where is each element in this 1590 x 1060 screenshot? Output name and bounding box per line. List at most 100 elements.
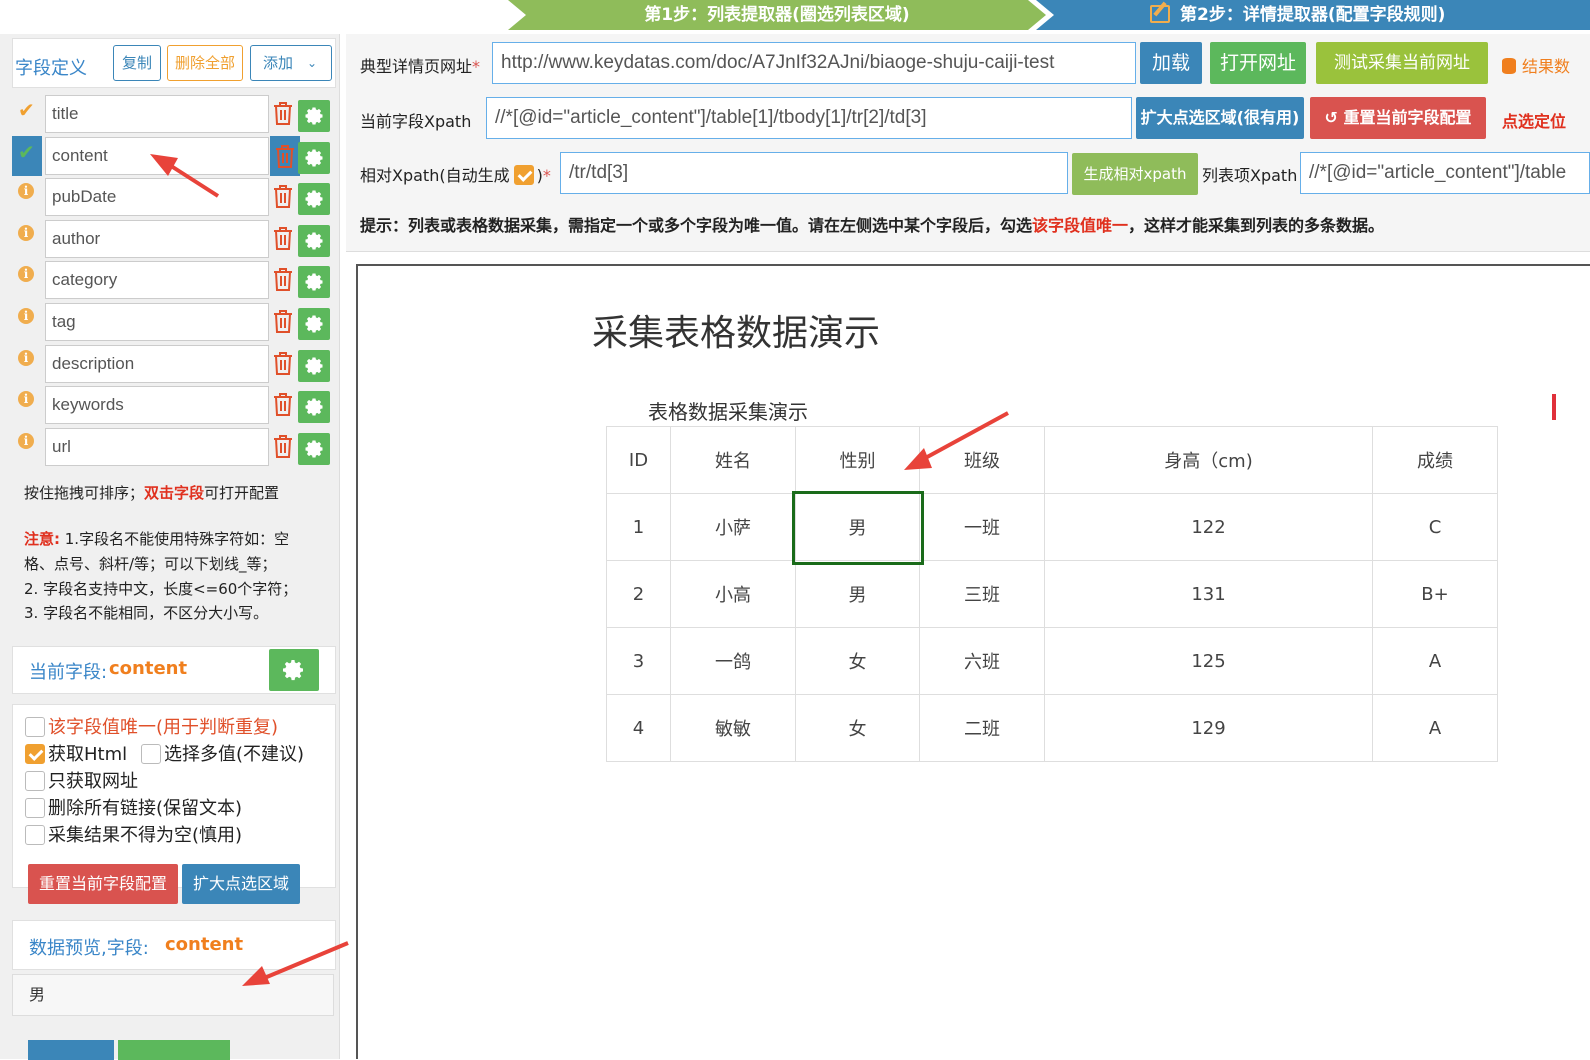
table-cell[interactable]: 3 — [606, 627, 671, 695]
delete-field-button[interactable] — [272, 225, 294, 251]
field-settings-button[interactable] — [298, 308, 330, 340]
trash-icon[interactable] — [272, 266, 294, 292]
field-row-keywords[interactable]: i — [12, 385, 334, 425]
option-unique[interactable]: 该字段值唯一(用于判断重复) — [25, 713, 278, 739]
field-name-input[interactable] — [45, 178, 269, 217]
trash-icon[interactable] — [272, 308, 294, 334]
field-name-input[interactable] — [45, 261, 269, 300]
add-dropdown-button[interactable]: 添加 ⌄ — [250, 45, 332, 81]
multi-value-checkbox[interactable] — [141, 744, 161, 764]
field-settings-button[interactable] — [298, 349, 330, 382]
copy-button[interactable]: 复制 — [113, 45, 161, 81]
reset-field-config-button[interactable]: 重置当前字段配置 — [28, 864, 178, 904]
field-name-input[interactable] — [45, 136, 269, 175]
table-cell[interactable]: 129 — [1044, 694, 1373, 762]
reset-field-config-button-top[interactable]: ↺ 重置当前字段配置 — [1310, 97, 1486, 139]
field-settings-button[interactable] — [298, 183, 330, 216]
field-row-title[interactable]: ✔ — [12, 94, 334, 134]
table-cell[interactable]: C — [1372, 493, 1498, 561]
table-cell[interactable]: B+ — [1372, 560, 1498, 628]
pick-position-link[interactable]: 点选定位 — [1502, 108, 1566, 132]
url-only-checkbox[interactable] — [25, 771, 45, 791]
option-multi-value[interactable]: 选择多值(不建议) — [141, 740, 304, 766]
not-empty-checkbox[interactable] — [25, 825, 45, 845]
table-cell[interactable]: 131 — [1044, 560, 1373, 628]
table-cell[interactable]: 4 — [606, 694, 671, 762]
expand-selection-button-top[interactable]: 扩大点选区域(很有用) — [1136, 97, 1304, 139]
detail-url-input[interactable]: http://www.keydatas.com/doc/A7JnIf32AJni… — [492, 42, 1136, 84]
auto-generate-checkbox[interactable] — [513, 165, 534, 185]
trash-icon[interactable] — [272, 225, 294, 251]
table-cell[interactable]: 125 — [1044, 627, 1373, 695]
generate-rel-xpath-button[interactable]: 生成相对xpath — [1072, 153, 1198, 195]
bottom-button-2[interactable] — [118, 1040, 230, 1060]
field-row-category[interactable]: i — [12, 260, 334, 300]
field-name-input[interactable] — [45, 386, 269, 425]
delete-field-button[interactable] — [272, 266, 294, 292]
trash-icon[interactable] — [272, 391, 294, 417]
rel-xpath-input[interactable]: /tr/td[3] — [560, 152, 1068, 194]
table-cell[interactable]: 1 — [606, 493, 671, 561]
table-header-cell[interactable]: ID — [606, 426, 671, 494]
table-cell[interactable]: 小高 — [670, 560, 796, 628]
option-not-empty[interactable]: 采集结果不得为空(慎用) — [25, 821, 242, 847]
table-cell[interactable]: 小萨 — [670, 493, 796, 561]
field-settings-button[interactable] — [298, 391, 330, 424]
field-row-author[interactable]: i — [12, 219, 334, 259]
delete-field-button[interactable] — [272, 100, 294, 126]
table-header-cell[interactable]: 性别 — [795, 426, 920, 494]
expand-selection-button[interactable]: 扩大点选区域 — [182, 864, 300, 904]
delete-field-button[interactable] — [272, 308, 294, 334]
step1-tab[interactable]: 第1步：列表提取器(圈选列表区域) — [508, 0, 1046, 30]
option-url-only[interactable]: 只获取网址 — [25, 767, 138, 793]
table-header-cell[interactable]: 身高（cm) — [1044, 426, 1373, 494]
trash-icon[interactable] — [272, 350, 294, 376]
field-row-pubDate[interactable]: i — [12, 177, 334, 217]
field-name-input[interactable] — [45, 219, 269, 258]
table-cell[interactable]: 二班 — [919, 694, 1045, 762]
trash-icon[interactable] — [272, 100, 294, 126]
field-settings-button[interactable] — [298, 224, 330, 257]
field-settings-button[interactable] — [298, 266, 330, 299]
trash-icon[interactable] — [272, 183, 294, 209]
field-name-input[interactable] — [45, 427, 269, 466]
trash-icon[interactable] — [274, 143, 296, 169]
result-count-link[interactable]: 结果数 — [1502, 53, 1570, 77]
table-cell[interactable]: 2 — [606, 560, 671, 628]
list-xpath-input[interactable]: //*[@id="article_content"]/table — [1300, 152, 1590, 194]
unique-checkbox[interactable] — [25, 717, 45, 737]
test-current-url-button[interactable]: 测试采集当前网址 — [1316, 42, 1488, 84]
delete-field-button[interactable] — [270, 135, 300, 176]
remove-links-checkbox[interactable] — [25, 798, 45, 818]
delete-field-button[interactable] — [272, 350, 294, 376]
delete-field-button[interactable] — [272, 391, 294, 417]
table-header-cell[interactable]: 班级 — [919, 426, 1045, 494]
field-row-description[interactable]: i — [12, 344, 334, 384]
field-settings-button[interactable] — [298, 141, 330, 174]
current-field-settings-button[interactable] — [269, 649, 319, 691]
field-row-tag[interactable]: i — [12, 302, 334, 342]
delete-field-button[interactable] — [272, 183, 294, 209]
table-cell[interactable]: 122 — [1044, 493, 1373, 561]
table-cell[interactable]: 女 — [795, 694, 920, 762]
field-settings-button[interactable] — [298, 100, 330, 132]
table-cell[interactable]: A — [1372, 694, 1498, 762]
table-cell[interactable]: 三班 — [919, 560, 1045, 628]
table-header-cell[interactable]: 姓名 — [670, 426, 796, 494]
xpath-input[interactable]: //*[@id="article_content"]/table[1]/tbod… — [486, 97, 1132, 139]
open-url-button[interactable]: 打开网址 — [1210, 42, 1306, 84]
delete-all-button[interactable]: 删除全部 — [167, 45, 243, 81]
trash-icon[interactable] — [272, 433, 294, 459]
table-cell[interactable]: 女 — [795, 627, 920, 695]
step2-tab[interactable]: 第2步：详情提取器(配置字段规则) — [1036, 0, 1590, 30]
load-button[interactable]: 加载 — [1140, 42, 1202, 84]
table-cell[interactable]: 一鸽 — [670, 627, 796, 695]
field-settings-button[interactable] — [298, 432, 330, 465]
table-cell[interactable]: 男 — [795, 560, 920, 628]
field-name-input[interactable] — [45, 303, 269, 341]
delete-field-button[interactable] — [272, 433, 294, 459]
field-name-input[interactable] — [45, 344, 269, 383]
table-header-cell[interactable]: 成绩 — [1372, 426, 1498, 494]
field-row-content[interactable]: ✔ — [12, 135, 334, 176]
table-cell[interactable]: 六班 — [919, 627, 1045, 695]
